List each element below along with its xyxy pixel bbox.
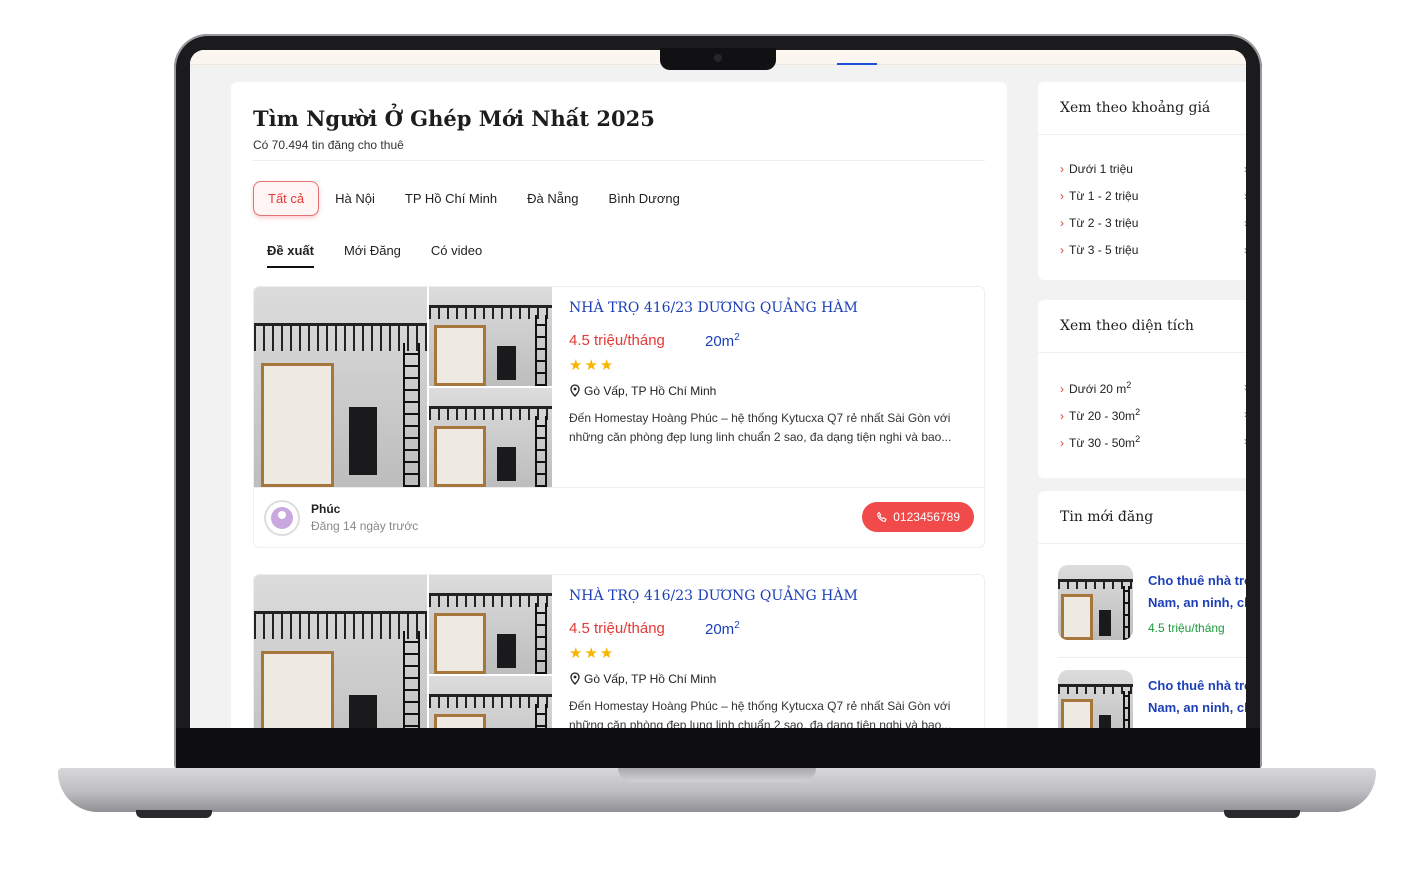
new-post-thumbnail[interactable] — [1058, 565, 1133, 640]
area-range-item[interactable]: ›Từ 20 - 30m2› — [1060, 407, 1246, 434]
listing-photo-thumb[interactable] — [429, 575, 552, 674]
listing-card[interactable]: NHÀ TRỌ 416/23 DƯƠNG QUẢNG HÀM 4.5 triệu… — [253, 286, 985, 548]
new-post-item[interactable]: Cho thuê nhà trọ Nam, an ninh, ch 4.5 tri… — [1058, 565, 1246, 645]
sort-tabs: Đề xuất Mới Đăng Có video — [267, 243, 512, 268]
phone-icon — [877, 511, 887, 522]
chevron-right-icon: › — [1060, 162, 1064, 176]
listing-photos[interactable] — [254, 575, 552, 728]
listing-rating: ★★★ — [569, 357, 616, 374]
chevron-right-icon: › — [1244, 380, 1246, 394]
listing-title[interactable]: NHÀ TRỌ 416/23 DƯƠNG QUẢNG HÀM — [569, 300, 858, 316]
chevron-right-icon: › — [1060, 409, 1064, 423]
new-post-item[interactable]: Cho thuê nhà trọ Nam, an ninh, ch — [1058, 670, 1246, 728]
listings-panel: Tìm Người Ở Ghép Mới Nhất 2025 Có 70.494… — [231, 82, 1007, 728]
browser-screen: Tìm Người Ở Ghép Mới Nhất 2025 Có 70.494… — [190, 50, 1246, 728]
city-tab-all[interactable]: Tất cả — [253, 181, 320, 216]
city-tab-binh-duong[interactable]: Bình Dương — [608, 191, 679, 206]
divider — [253, 160, 985, 161]
listing-photo-thumb[interactable] — [429, 676, 552, 728]
chevron-right-icon: › — [1060, 436, 1064, 450]
new-posts-title: Tin mới đăng — [1060, 509, 1154, 525]
map-pin-icon — [570, 672, 580, 685]
nav-active-indicator — [837, 63, 877, 65]
laptop-foot — [136, 810, 212, 818]
new-post-price: 4.5 triệu/tháng — [1148, 621, 1225, 635]
city-tab-da-nang[interactable]: Đà Nẵng — [527, 191, 578, 206]
chevron-right-icon: › — [1060, 382, 1064, 396]
chevron-right-icon: › — [1060, 216, 1064, 230]
listing-footer: Phúc Đăng 14 ngày trước 0123456789 — [254, 487, 984, 547]
listing-rating: ★★★ — [569, 645, 616, 662]
price-filter-list: ›Dưới 1 triệu› ›Từ 1 - 2 triệu› ›Từ 2 - … — [1060, 162, 1246, 270]
chevron-right-icon: › — [1060, 189, 1064, 203]
area-filter-box: Xem theo diện tích ›Dưới 20 m2› ›Từ 20 -… — [1038, 300, 1246, 478]
tab-recommended[interactable]: Đề xuất — [267, 243, 314, 268]
listing-area: 20m2 — [705, 620, 740, 638]
listing-photo-thumb[interactable] — [429, 388, 552, 487]
listing-photos[interactable] — [254, 287, 552, 487]
listing-photo-thumb[interactable] — [429, 287, 552, 386]
posted-time: Đăng 14 ngày trước — [311, 519, 419, 533]
new-post-title[interactable]: Cho thuê nhà trọ Nam, an ninh, ch — [1148, 675, 1246, 719]
chevron-right-icon: › — [1244, 243, 1246, 257]
tab-newest[interactable]: Mới Đăng — [344, 243, 401, 268]
listing-photo-main[interactable] — [254, 287, 427, 487]
area-range-item[interactable]: ›Dưới 20 m2› — [1060, 380, 1246, 407]
listing-count: Có 70.494 tin đăng cho thuê — [253, 138, 404, 152]
new-post-title[interactable]: Cho thuê nhà trọ Nam, an ninh, ch — [1148, 570, 1246, 614]
listing-description: Đến Homestay Hoàng Phúc – hệ thống Kytuc… — [569, 699, 952, 728]
laptop-chin — [176, 728, 1260, 768]
chevron-right-icon: › — [1060, 243, 1064, 257]
city-tab-hcm[interactable]: TP Hồ Chí Minh — [405, 191, 497, 206]
area-filter-list: ›Dưới 20 m2› ›Từ 20 - 30m2› ›Từ 30 - 50m… — [1060, 380, 1246, 461]
laptop-base-groove — [618, 768, 816, 782]
camera-icon — [714, 54, 722, 62]
listing-area: 20m2 — [705, 332, 740, 350]
listing-photo-main[interactable] — [254, 575, 427, 728]
area-filter-title: Xem theo diện tích — [1060, 318, 1194, 334]
chevron-right-icon: › — [1244, 189, 1246, 203]
listing-address: Gò Vấp, TP Hồ Chí Minh — [569, 672, 716, 686]
price-filter-box: Xem theo khoảng giá ›Dưới 1 triệu› ›Từ 1… — [1038, 82, 1246, 280]
listing-card[interactable]: NHÀ TRỌ 416/23 DƯƠNG QUẢNG HÀM 4.5 triệu… — [253, 574, 985, 728]
map-pin-icon — [570, 384, 580, 397]
chevron-right-icon: › — [1244, 407, 1246, 421]
user-name[interactable]: Phúc — [311, 502, 340, 516]
listing-address: Gò Vấp, TP Hồ Chí Minh — [569, 384, 716, 398]
price-filter-title: Xem theo khoảng giá — [1060, 100, 1211, 116]
page-title: Tìm Người Ở Ghép Mới Nhất 2025 — [253, 106, 655, 131]
price-range-item[interactable]: ›Dưới 1 triệu› — [1060, 162, 1246, 189]
city-filter: Tất cả Hà Nội TP Hồ Chí Minh Đà Nẵng Bìn… — [253, 181, 710, 216]
price-range-item[interactable]: ›Từ 1 - 2 triệu› — [1060, 189, 1246, 216]
city-tab-ha-noi[interactable]: Hà Nội — [335, 191, 375, 206]
price-range-item[interactable]: ›Từ 2 - 3 triệu› — [1060, 216, 1246, 243]
avatar[interactable] — [264, 500, 300, 536]
listing-title[interactable]: NHÀ TRỌ 416/23 DƯƠNG QUẢNG HÀM — [569, 588, 858, 604]
chevron-right-icon: › — [1244, 434, 1246, 448]
call-button[interactable]: 0123456789 — [862, 502, 974, 532]
price-range-item[interactable]: ›Từ 3 - 5 triệu› — [1060, 243, 1246, 270]
listing-price: 4.5 triệu/tháng — [569, 332, 665, 349]
listing-description: Đến Homestay Hoàng Phúc – hệ thống Kytuc… — [569, 411, 952, 444]
area-range-item[interactable]: ›Từ 30 - 50m2› — [1060, 434, 1246, 461]
laptop-mockup: Tìm Người Ở Ghép Mới Nhất 2025 Có 70.494… — [0, 0, 1425, 876]
laptop-foot — [1224, 810, 1300, 818]
new-post-thumbnail[interactable] — [1058, 670, 1133, 728]
tab-video[interactable]: Có video — [431, 243, 482, 268]
chevron-right-icon: › — [1244, 216, 1246, 230]
listing-price: 4.5 triệu/tháng — [569, 620, 665, 637]
chevron-right-icon: › — [1244, 162, 1246, 176]
new-posts-box: Tin mới đăng Cho thuê nhà trọ Nam, an nin… — [1038, 491, 1246, 728]
